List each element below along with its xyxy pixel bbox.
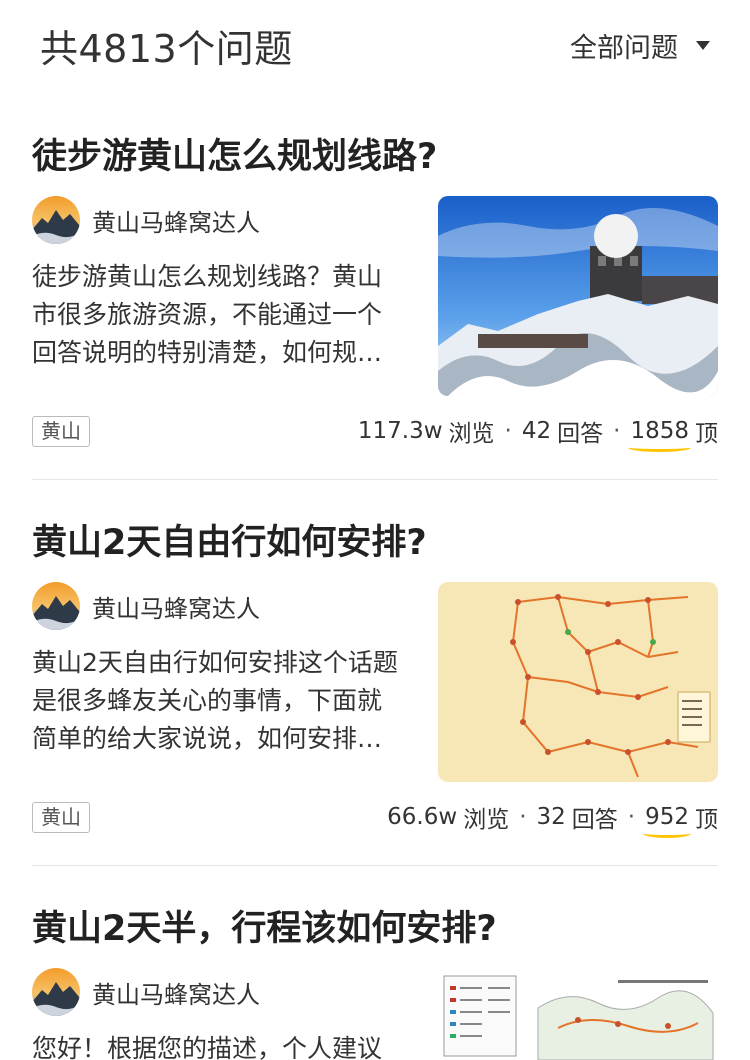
separator-dot: · xyxy=(627,804,636,830)
author-row[interactable]: 黄山马蜂窝达人 xyxy=(32,968,260,1016)
question-excerpt: 黄山2天自由行如何安排这个话题是很多蜂友关心的事情，下面就简单的给大家说说，如何… xyxy=(32,648,398,753)
question-title[interactable]: 黄山2天自由行如何安排? xyxy=(32,514,427,565)
author-name[interactable]: 黄山马蜂窝达人 xyxy=(92,589,260,624)
question-thumbnail[interactable] xyxy=(438,196,718,396)
question-thumbnail[interactable] xyxy=(438,968,718,1060)
avatar[interactable] xyxy=(32,582,80,630)
author-row[interactable]: 黄山马蜂窝达人 xyxy=(32,196,260,244)
up-label: 顶 xyxy=(695,421,718,447)
question-excerpt: 您好！根据您的描述，个人建议 xyxy=(32,1034,383,1060)
answers-label: 回答 xyxy=(557,421,604,447)
list-header: 共4813个问题 全部问题 xyxy=(0,0,750,90)
author-name[interactable]: 黄山马蜂窝达人 xyxy=(92,975,260,1010)
question-card[interactable]: 黄山2天半，行程该如何安排? 黄山马蜂窝达人 您好！根据您的描述，个人建议 xyxy=(32,900,718,1060)
views-count: 66.6w xyxy=(387,804,458,830)
answers-count: 32 xyxy=(536,804,566,830)
author-name[interactable]: 黄山马蜂窝达人 xyxy=(92,203,260,238)
up-label: 顶 xyxy=(695,807,718,833)
caret-down-icon xyxy=(696,41,710,50)
question-title[interactable]: 徒步游黄山怎么规划线路? xyxy=(32,128,437,179)
avatar[interactable] xyxy=(32,968,80,1016)
divider xyxy=(32,479,718,480)
views-label: 浏览 xyxy=(448,421,495,447)
question-stats: 117.3w 浏览 · 42 回答 · 1858 顶 xyxy=(357,414,718,452)
avatar[interactable] xyxy=(32,196,80,244)
separator-dot: · xyxy=(519,804,527,830)
divider xyxy=(32,865,718,866)
question-title[interactable]: 黄山2天半，行程该如何安排? xyxy=(32,900,497,951)
answers-label: 回答 xyxy=(571,807,618,833)
author-row[interactable]: 黄山马蜂窝达人 xyxy=(32,582,260,630)
question-tag[interactable]: 黄山 xyxy=(32,416,90,447)
question-excerpt: 徒步游黄山怎么规划线路？黄山市很多旅游资源，不能通过一个回答说明的特别清楚，如何… xyxy=(32,262,383,367)
views-label: 浏览 xyxy=(463,807,510,833)
question-card[interactable]: 黄山2天自由行如何安排? 黄山马蜂窝达人 黄山2天自由行如何安排这个话题是很多蜂… xyxy=(32,514,718,854)
question-tag[interactable]: 黄山 xyxy=(32,802,90,833)
filter-label: 全部问题 xyxy=(570,33,678,64)
separator-dot: · xyxy=(613,418,621,444)
up-count: 952 xyxy=(643,804,691,838)
question-stats: 66.6w 浏览 · 32 回答 · 952 顶 xyxy=(387,800,718,838)
question-thumbnail[interactable] xyxy=(438,582,718,782)
views-count: 117.3w xyxy=(357,418,443,444)
up-count: 1858 xyxy=(628,418,691,452)
separator-dot: · xyxy=(504,418,512,444)
question-count-title: 共4813个问题 xyxy=(40,27,293,71)
answers-count: 42 xyxy=(521,418,552,444)
question-card[interactable]: 徒步游黄山怎么规划线路? 黄山马蜂窝达人 徒步游黄山怎么规划线路？黄山市很多旅游… xyxy=(32,128,718,468)
question-filter-dropdown[interactable]: 全部问题 xyxy=(570,26,710,65)
